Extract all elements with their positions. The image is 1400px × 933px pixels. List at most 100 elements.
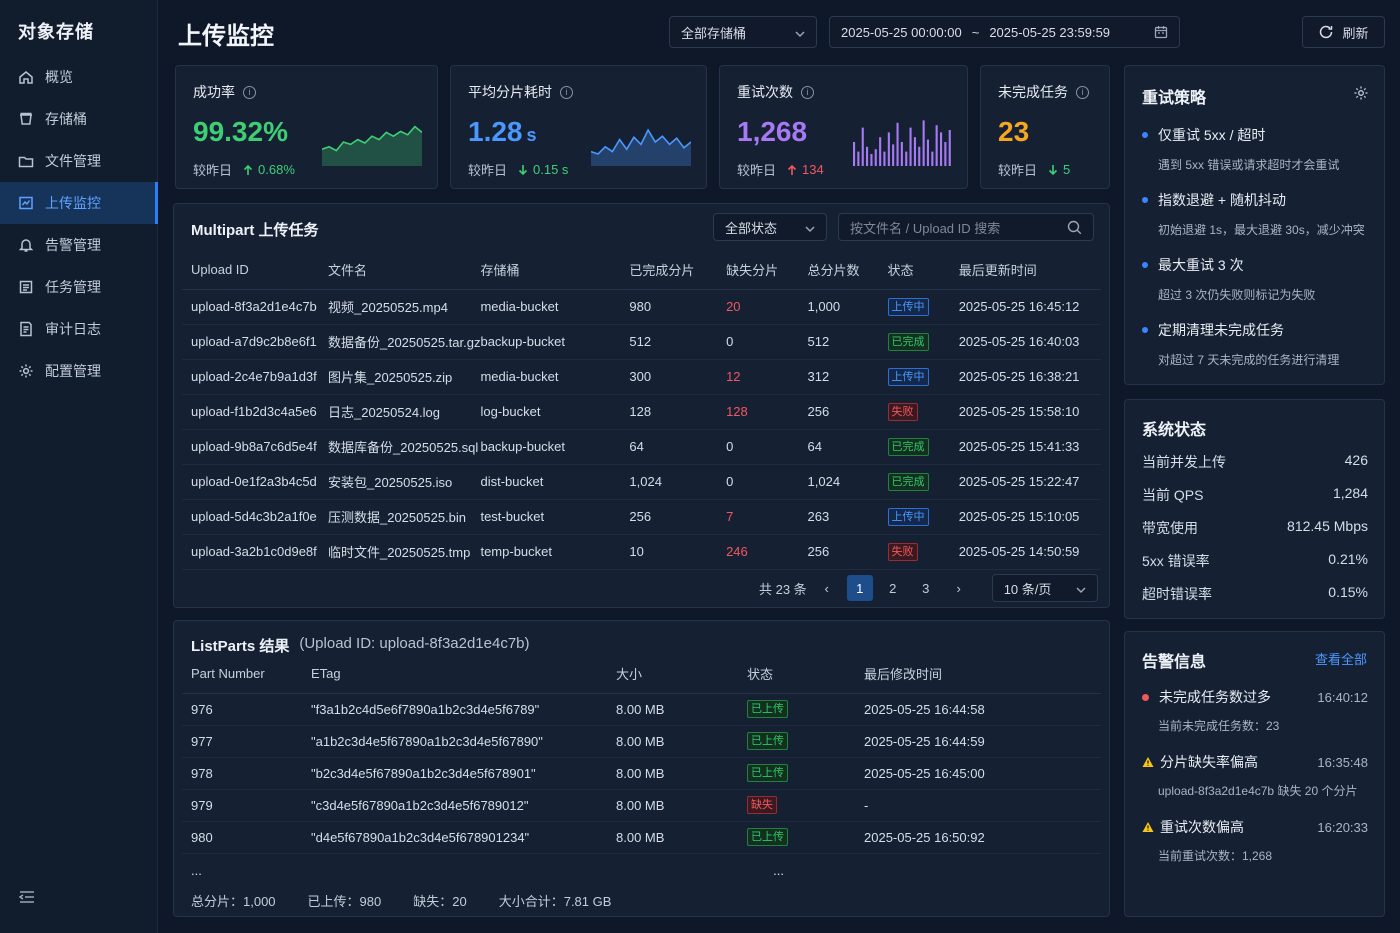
upload-id-cell: upload-9b8a7c6d5e4f (182, 429, 328, 465)
kpi-card-1: 平均分片耗时 i 1.28 s 较昨日 0.15 s (450, 65, 707, 189)
status-badge: 已完成 (887, 437, 929, 456)
alert-item[interactable]: 重试次数偏高 16:20:33 当前重试次数：1,268 (1142, 817, 1368, 864)
sparkline-bar (905, 151, 908, 166)
listparts-table: Part Number ETag 大小 状态 最后修改时间 976 "f3a1b2c4d5… (182, 655, 1101, 888)
view-all-alerts-link[interactable]: 查看全部 (1315, 649, 1367, 668)
bucket-select-value: 全部存储桶 (681, 25, 747, 41)
table-row[interactable]: upload-3a2b1c0d9e8f 临时文件_20250525.tmp temp… (182, 534, 1101, 570)
status-cell: 已上传 (747, 693, 864, 726)
table-row[interactable]: 978 "b2c3d4e5f67890a1b2c3d4e5f678901" 8.00… (182, 757, 1101, 790)
status-cell: 上传中 (887, 359, 959, 395)
file-name-cell: 图片集_20250525.zip (327, 359, 481, 395)
sparkline-bar (861, 127, 864, 166)
table-row[interactable]: upload-5d4c3b2a1f0e 压测数据_20250525.bin test… (182, 499, 1101, 535)
missing-parts-cell: 7 (726, 499, 808, 535)
sidebar-item-7[interactable]: 配置管理 (0, 350, 158, 392)
sidebar-item-0[interactable]: 概览 (0, 56, 158, 98)
etag-cell: "d4e5f67890a1b2c3d4e5f678901234" (311, 821, 616, 854)
table-row[interactable]: 976 "f3a1b2c4d5e6f7890a1b2c3d4e5f6789" 8.0… (182, 693, 1101, 726)
alert-desc: upload-8f3a2d1e4c7b 缺失 20 个分片 (1158, 784, 1358, 798)
kpi-delta-value: 0.68% (258, 162, 295, 177)
alert-title: 未完成任务数过多 (1159, 689, 1271, 705)
sidebar-item-label: 告警管理 (45, 237, 101, 253)
refresh-button[interactable]: 刷新 (1302, 16, 1385, 48)
column-header: 最后修改时间 (864, 655, 1101, 694)
kpi-label: 重试次数 (737, 84, 793, 100)
sidebar-item-6[interactable]: 审计日志 (0, 308, 158, 350)
page-button-2[interactable]: 2 (880, 575, 906, 601)
task-search-placeholder: 按文件名 / Upload ID 搜索 (850, 220, 1001, 236)
tasks-table: Upload ID 文件名 存储桶 已完成分片 缺失分片 总分片数 状态 最后更新时间 upl… (182, 251, 1101, 570)
table-row[interactable]: 979 "c3d4e5f67890a1b2c3d4e5f6789012" 8.00 … (182, 789, 1101, 822)
page-button-3[interactable]: 3 (913, 575, 939, 601)
home-icon (19, 71, 33, 84)
app-root: 对象存储 概览 存储桶 文件管理 上传监控 告警管理 任务管理 审计日志 配置管理 上传监控 … (0, 0, 1400, 933)
warning-icon (1142, 757, 1154, 767)
listparts-panel: ListParts 结果 (Upload ID: upload-8f3a2d1e… (173, 620, 1110, 917)
collapse-sidebar-icon[interactable] (18, 888, 36, 906)
missing-parts-cell: 20 (726, 289, 808, 325)
bucket-cell: test-bucket (480, 499, 630, 535)
sidebar-item-1[interactable]: 存储桶 (0, 98, 158, 140)
table-row[interactable]: upload-f1b2d3c4a5e6 日志_20250524.log log-bu… (182, 394, 1101, 430)
date-range-picker[interactable]: 2025-05-25 00:00:00 ~ 2025-05-25 23:59:5… (829, 16, 1180, 48)
page-button-1[interactable]: 1 (846, 575, 873, 601)
bucket-select[interactable]: 全部存储桶 (669, 16, 817, 48)
part-number-cell: 976 (182, 693, 311, 726)
chevron-down-icon (795, 27, 805, 38)
date-separator: ~ (971, 24, 980, 40)
kpi-delta-value: 0.15 s (533, 162, 569, 177)
next-page-icon[interactable]: › (946, 575, 972, 601)
alert-item[interactable]: 未完成任务数过多 16:40:12 当前未完成任务数：23 (1142, 687, 1368, 734)
kpi-label: 未完成任务 (998, 84, 1068, 100)
table-row[interactable]: 977 "a1b2c3d4e5f67890a1b2c3d4e5f67890" 8.0… (182, 725, 1101, 758)
system-status-row: 带宽使用 812.45 Mbps (1142, 518, 1368, 538)
kpi-label: 平均分片耗时 (468, 84, 552, 100)
sparkline-bar (944, 142, 947, 166)
table-row[interactable]: upload-a7d9c2b8e6f1 数据备份_20250525.tar.gz b… (182, 324, 1101, 360)
task-search-input[interactable]: 按文件名 / Upload ID 搜索 (838, 213, 1094, 241)
strategy-item: 指数退避 + 随机抖动 初始退避 1s，最大退避 30s，减少冲突 (1142, 190, 1372, 238)
sparkline-bar (866, 146, 869, 166)
status-badge: 上传中 (887, 367, 929, 386)
table-row[interactable]: upload-0e1f2a3b4c5d 安装包_20250525.iso dist-… (182, 464, 1101, 500)
sidebar-item-3[interactable]: 上传监控 (0, 182, 158, 224)
missing-parts-cell: 0 (726, 429, 808, 465)
updated-time-cell: 2025-05-25 15:41:33 (958, 429, 1101, 465)
chevron-down-icon (805, 222, 815, 233)
status-filter-value: 全部状态 (725, 220, 778, 236)
table-row[interactable]: upload-2c4e7b9a1d3f 图片集_20250525.zip media… (182, 359, 1101, 395)
calendar-icon (1154, 25, 1168, 39)
sidebar-item-2[interactable]: 文件管理 (0, 140, 158, 182)
table-row[interactable]: 980 "d4e5f67890a1b2c3d4e5f678901234" 8.00 … (182, 821, 1101, 854)
settings-gear-icon[interactable] (1353, 85, 1369, 101)
status-filter-select[interactable]: 全部状态 (713, 213, 827, 241)
sidebar-item-4[interactable]: 告警管理 (0, 224, 158, 266)
sparkline-bar (883, 151, 886, 166)
column-header: 大小 (616, 655, 747, 694)
info-icon[interactable]: i (801, 85, 814, 99)
summary-item: 缺失：20 (413, 894, 467, 909)
empty-cell (864, 853, 1101, 888)
table-row[interactable]: upload-9b8a7c6d5e4f 数据库备份_20250525.sql bac… (182, 429, 1101, 465)
missing-parts-cell: 0 (726, 464, 808, 500)
upload-id-cell: upload-3a2b1c0d9e8f (182, 534, 328, 570)
kpi-delta: 0.15 s (517, 162, 568, 177)
prev-page-icon[interactable]: ‹ (814, 575, 840, 601)
sidebar-item-5[interactable]: 任务管理 (0, 266, 158, 308)
info-icon[interactable]: i (1076, 85, 1089, 99)
table-row[interactable]: upload-8f3a2d1e4c7b 视频_20250525.mp4 media-… (182, 289, 1101, 325)
kpi-label-wrap: 成功率 i (193, 82, 256, 102)
info-icon[interactable]: i (560, 85, 573, 99)
file-name-cell: 日志_20250524.log (327, 394, 481, 430)
done-parts-cell: 10 (629, 534, 727, 570)
done-parts-cell: 300 (629, 359, 727, 395)
bell-icon (18, 239, 34, 252)
column-header: 状态 (747, 655, 864, 694)
page-size-select[interactable]: 10 条/页 (991, 574, 1098, 602)
listparts-table-header: Part Number ETag 大小 状态 最后修改时间 (182, 655, 1101, 694)
sparkline-bar (948, 130, 951, 166)
info-icon[interactable]: i (243, 85, 256, 99)
ellipsis-cell: ... (191, 863, 202, 879)
alert-item[interactable]: 分片缺失率偏高 16:35:48 upload-8f3a2d1e4c7b 缺失 20… (1142, 752, 1368, 799)
